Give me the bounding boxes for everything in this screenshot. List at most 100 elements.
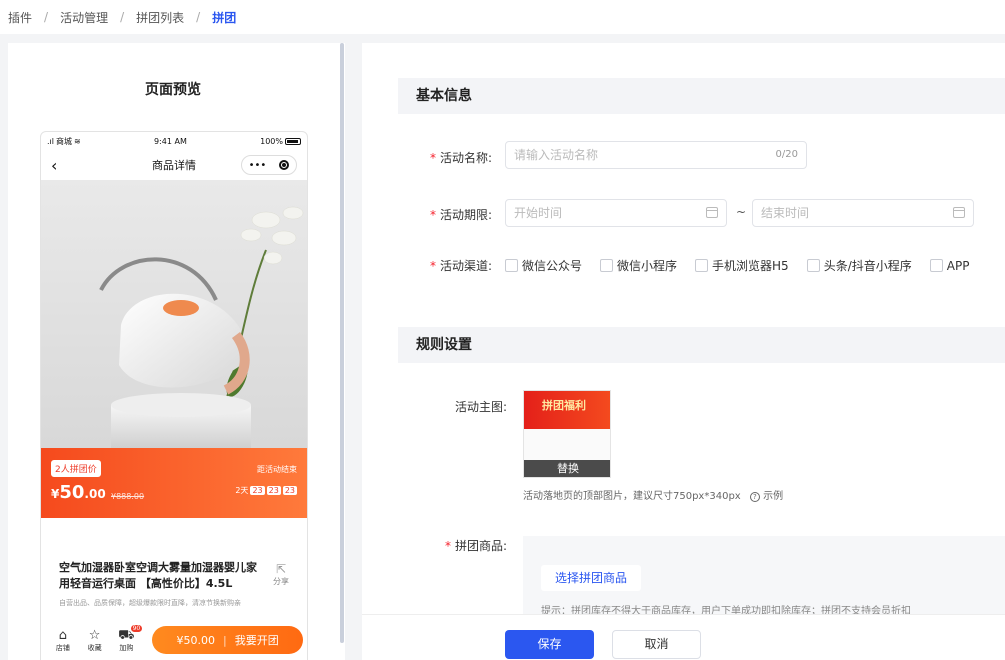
channel-app[interactable]: APP: [929, 257, 969, 274]
activity-name-label: * 活动名称:: [362, 149, 492, 166]
share-button[interactable]: ⇱ 分享: [273, 562, 289, 587]
countdown-label: 距活动结束: [257, 465, 297, 474]
activity-name-input[interactable]: 请输入活动名称 0/20: [505, 141, 807, 169]
channel-label: 头条/抖音小程序: [823, 259, 912, 273]
breadcrumb-item-activity[interactable]: 活动管理: [60, 9, 108, 26]
required-mark: *: [429, 259, 436, 273]
activity-period-label: * 活动期限:: [362, 206, 492, 223]
breadcrumb-item-plugins[interactable]: 插件: [8, 9, 32, 26]
favorite-button[interactable]: ☆ 收藏: [79, 628, 111, 653]
group-price-band: 2人拼团价 ¥50.00 ¥888.00 距活动结束 2天 23 23 23: [41, 448, 307, 518]
mini-program-capsule[interactable]: •••: [241, 155, 297, 175]
store-button[interactable]: ⌂ 店铺: [47, 628, 79, 653]
replace-banner-button[interactable]: 替换: [524, 460, 610, 477]
form-panel: 基本信息 * 活动名称: 请输入活动名称 0/20 * 活动期限: 开始时间 ~ 结…: [362, 43, 1005, 660]
product-hero-image: [41, 180, 307, 448]
goods-label-text: 拼团商品:: [454, 539, 507, 553]
group-price: ¥50.00: [51, 482, 106, 503]
example-link[interactable]: 示例: [763, 491, 783, 502]
checkbox-icon[interactable]: [929, 259, 943, 272]
phone-bottom-bar: ⌂ 店铺 ☆ 收藏 ⛟ 90 加购 ¥50.00 | 我要开团: [41, 622, 307, 658]
required-mark: *: [444, 539, 451, 553]
breadcrumb-separator: /: [120, 10, 125, 24]
checkbox-icon[interactable]: [505, 259, 518, 272]
goods-select-area: 选择拼团商品 提示：拼团库存不得大于商品库存，用户下单成功即扣除库存；拼团不支持…: [523, 536, 1005, 618]
end-time-placeholder: 结束时间: [761, 206, 810, 220]
calendar-icon: [953, 207, 965, 218]
preview-panel: 页面预览 .ıl 商城 ≋ 9:41 AM 100% ‹ 商品详情 ••• 2人…: [8, 43, 345, 660]
channel-label: 手机浏览器H5: [712, 259, 789, 273]
countdown-timer: 2天 23 23 23: [235, 485, 297, 496]
channel-label: 微信小程序: [617, 259, 678, 273]
preview-scrollbar[interactable]: [340, 43, 344, 643]
banner-thumbnail-text: 拼团福利: [542, 399, 586, 412]
buy-divider: |: [222, 633, 227, 647]
breadcrumb-separator: /: [196, 10, 201, 24]
countdown-hours: 23: [250, 486, 265, 495]
wifi-icon: ≋: [74, 136, 81, 146]
humidifier-illustration: [99, 206, 304, 448]
channel-wechat-oa[interactable]: 微信公众号: [505, 257, 582, 274]
choose-goods-button[interactable]: 选择拼团商品: [541, 565, 642, 591]
required-mark: *: [429, 151, 436, 165]
checkbox-icon[interactable]: [695, 259, 709, 272]
required-mark: *: [429, 208, 436, 222]
star-icon: ☆: [88, 627, 101, 643]
activity-channel-label-text: 活动渠道:: [439, 259, 492, 273]
breadcrumb-item-current: 拼团: [212, 10, 237, 25]
cancel-button[interactable]: 取消: [612, 630, 701, 659]
channel-checkbox-group: 微信公众号 微信小程序 手机浏览器H5 头条/抖音小程序 APP: [505, 257, 969, 274]
banner-hint-text: 活动落地页的顶部图片，建议尺寸750px*340px: [523, 491, 741, 502]
save-button[interactable]: 保存: [505, 630, 594, 659]
original-price: ¥888.00: [111, 492, 145, 501]
countdown-seconds: 23: [282, 486, 297, 495]
more-dots-icon[interactable]: •••: [249, 160, 267, 171]
status-time: 9:41 AM: [153, 136, 187, 146]
activity-period-label-text: 活动期限:: [439, 208, 492, 222]
buy-price: ¥50.00: [176, 633, 215, 647]
checkbox-icon[interactable]: [600, 259, 614, 272]
start-time-input[interactable]: 开始时间: [505, 199, 727, 227]
share-label: 分享: [273, 577, 289, 586]
activity-channel-label: * 活动渠道:: [362, 257, 492, 274]
cart-button[interactable]: ⛟ 90 加购: [110, 624, 143, 653]
breadcrumb: 插件 / 活动管理 / 拼团列表 / 拼团: [0, 0, 1005, 34]
start-group-button[interactable]: ¥50.00 | 我要开团: [152, 626, 303, 654]
store-label: 店铺: [55, 643, 70, 652]
battery-icon: [285, 137, 301, 145]
favorite-label: 收藏: [87, 643, 102, 652]
calendar-icon: [706, 207, 718, 218]
breadcrumb-item-group-list[interactable]: 拼团列表: [136, 9, 184, 26]
price-decimal: .00: [84, 487, 106, 501]
phone-mockup: .ıl 商城 ≋ 9:41 AM 100% ‹ 商品详情 ••• 2人拼团价 ¥…: [40, 131, 308, 660]
activity-name-placeholder: 请输入活动名称: [514, 148, 599, 162]
channel-label: 微信公众号: [522, 259, 583, 273]
banner-label: 活动主图:: [454, 400, 507, 414]
section-basic-info: 基本信息: [398, 78, 1005, 114]
question-icon[interactable]: ?: [749, 492, 760, 502]
buy-label: 我要开团: [234, 634, 279, 647]
banner-thumbnail: 拼团福利: [524, 391, 610, 429]
countdown-days: 2天: [235, 486, 249, 495]
signal-icon: .ıl: [47, 136, 54, 146]
breadcrumb-separator: /: [44, 10, 49, 24]
preview-title: 页面预览: [145, 82, 201, 98]
product-name: 空气加湿器卧室空调大雾量加湿器婴儿家用轻音运行桌面 【高性价比】4.5L: [59, 561, 257, 590]
share-icon: ⇱: [275, 562, 287, 576]
channel-h5[interactable]: 手机浏览器H5: [695, 257, 789, 274]
activity-name-counter: 0/20: [775, 149, 798, 160]
channel-toutiao[interactable]: 头条/抖音小程序: [806, 257, 912, 274]
back-arrow-icon[interactable]: ‹: [51, 156, 57, 175]
cart-badge: 90: [130, 624, 143, 632]
start-time-placeholder: 开始时间: [514, 206, 563, 220]
channel-wechat-mini[interactable]: 微信小程序: [600, 257, 677, 274]
battery-label: 100%: [260, 136, 283, 146]
checkbox-icon[interactable]: [806, 259, 820, 272]
price-integer: 50: [59, 482, 85, 503]
phone-status-bar: .ıl 商城 ≋ 9:41 AM 100%: [41, 132, 307, 150]
product-card: 空气加湿器卧室空调大雾量加湿器婴儿家用轻音运行桌面 【高性价比】4.5L ⇱ 分…: [51, 552, 297, 622]
carrier-label: 商城: [56, 136, 72, 146]
banner-upload[interactable]: 拼团福利 替换: [523, 390, 611, 478]
close-circle-icon[interactable]: [279, 160, 290, 170]
end-time-input[interactable]: 结束时间: [752, 199, 974, 227]
